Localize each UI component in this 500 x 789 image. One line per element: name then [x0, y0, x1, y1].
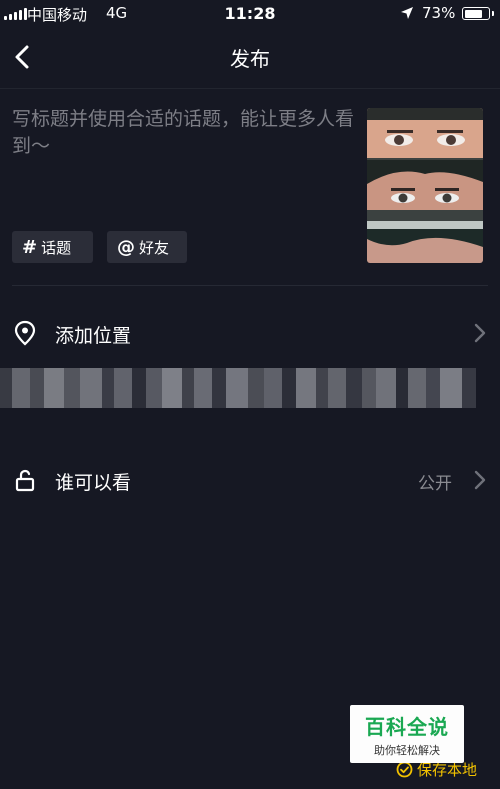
- redacted-location-suggestions: [0, 368, 500, 408]
- topic-tag-label: 话题: [41, 238, 72, 257]
- location-arrow-icon: [401, 7, 413, 19]
- battery-percent: 73%: [422, 4, 456, 22]
- watermark-subtitle: 助你轻松解决: [374, 744, 440, 757]
- battery-icon: [462, 7, 494, 20]
- chevron-right-icon: [474, 323, 486, 343]
- mention-friend-button[interactable]: @ 好友: [107, 231, 187, 263]
- cover-frame-3: [367, 221, 483, 263]
- location-pin-icon: [14, 320, 36, 346]
- visibility-row[interactable]: 谁可以看 公开: [0, 452, 500, 508]
- topic-tag-button[interactable]: # 话题: [12, 231, 93, 263]
- add-location-label: 添加位置: [55, 325, 132, 347]
- visibility-label: 谁可以看: [55, 472, 132, 494]
- watermark-badge: 百科全说 助你轻松解决: [350, 705, 464, 763]
- add-location-row[interactable]: 添加位置: [0, 305, 500, 361]
- chevron-right-icon: [474, 470, 486, 490]
- check-circle-icon: [396, 761, 413, 778]
- section-divider: [12, 285, 488, 286]
- mention-friend-label: 好友: [139, 238, 170, 257]
- caption-input[interactable]: [12, 106, 362, 206]
- cover-frame-1: [367, 108, 483, 158]
- unlock-icon: [15, 469, 35, 492]
- visibility-value: 公开: [418, 474, 452, 494]
- cover-frame-2: [367, 160, 483, 210]
- watermark-title: 百科全说: [365, 715, 449, 739]
- cover-thumbnail[interactable]: [367, 108, 483, 263]
- header-divider: [0, 88, 500, 89]
- status-bar: 中国移动 4G 11:28 73%: [0, 0, 500, 30]
- page-title: 发布: [230, 47, 270, 71]
- at-icon: @: [117, 236, 135, 258]
- hashtag-icon: #: [22, 236, 38, 258]
